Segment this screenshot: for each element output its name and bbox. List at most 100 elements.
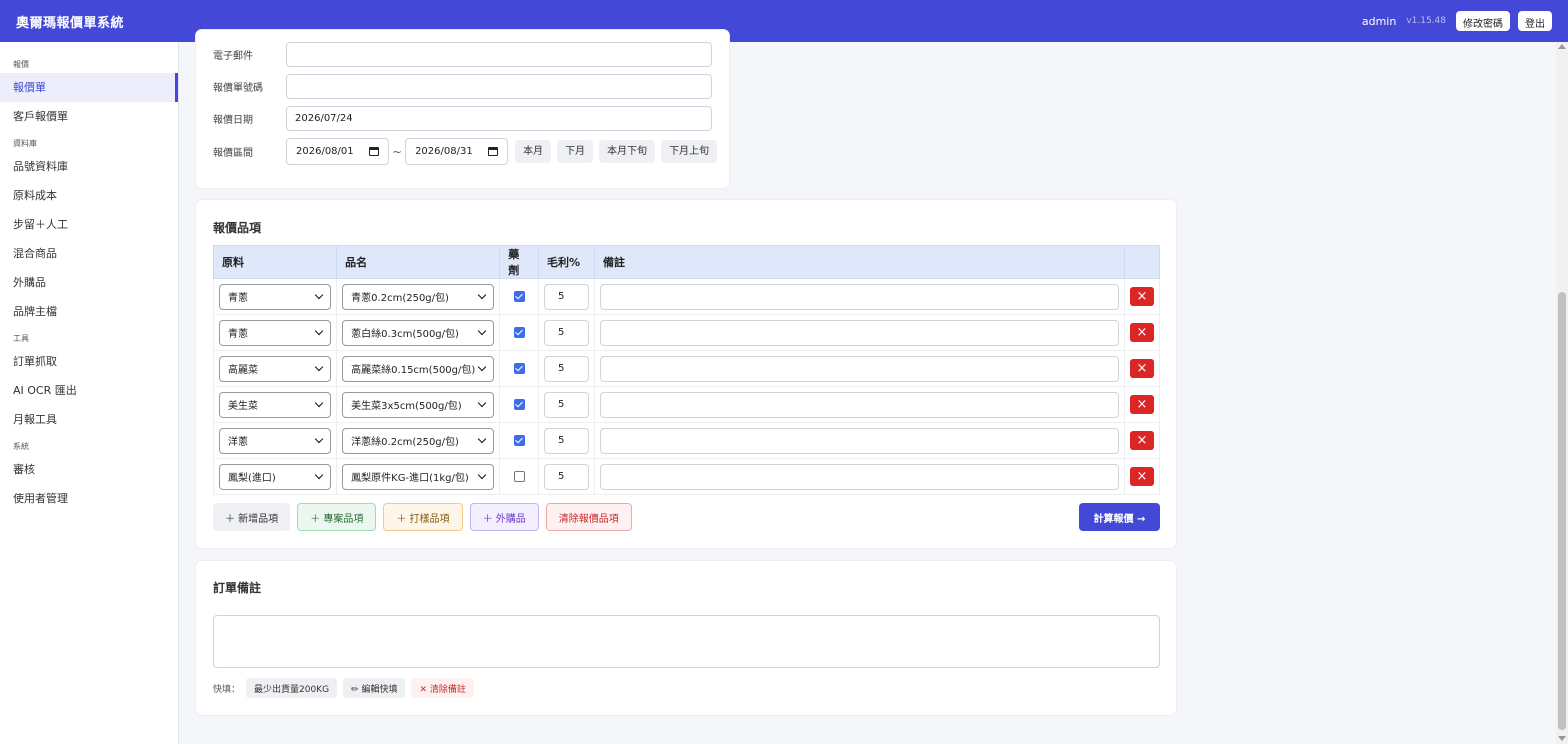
period-this-month-button[interactable]: 本月 xyxy=(515,140,552,163)
clear-items-button[interactable]: 清除報價品項 xyxy=(545,503,632,531)
sidebar-item-quote[interactable]: 報價單 xyxy=(0,73,178,102)
product-select[interactable]: 蔥白絲0.3cm(500g/包) xyxy=(342,319,495,346)
chemical-checkbox[interactable] xyxy=(513,291,525,302)
material-select[interactable]: 美生菜 xyxy=(219,391,332,418)
quick-fill-min-shipment-button[interactable]: 最少出貨量200KG xyxy=(246,678,338,698)
margin-input[interactable]: 5 xyxy=(543,283,589,310)
quote-date-row: 報價日期 2026/07/24 xyxy=(213,106,712,131)
sidebar-item-ai-ocr[interactable]: AI OCR 匯出 xyxy=(0,376,178,405)
calendar-icon[interactable] xyxy=(369,147,379,156)
delete-row-button[interactable]: × xyxy=(1129,323,1154,342)
close-icon: × xyxy=(1136,469,1148,484)
page-scrollbar[interactable] xyxy=(1556,42,1568,744)
table-row: 青蔥 蔥白絲0.3cm(500g/包) 5 × xyxy=(212,314,1161,351)
note-input[interactable] xyxy=(599,427,1119,454)
order-note-textarea[interactable] xyxy=(213,615,1160,668)
add-item-button[interactable]: ＋ 新增品項 xyxy=(213,503,291,531)
purchased-item-button[interactable]: ＋ 外購品 xyxy=(469,503,539,531)
chemical-checkbox[interactable] xyxy=(513,327,525,338)
product-select[interactable]: 高麗菜絲0.15cm(500g/包) xyxy=(342,355,495,382)
close-icon: × xyxy=(1136,361,1148,376)
note-input[interactable] xyxy=(599,463,1119,490)
material-select[interactable]: 青蔥 xyxy=(219,319,332,346)
material-select[interactable]: 洋蔥 xyxy=(219,427,332,454)
delete-row-button[interactable]: × xyxy=(1129,431,1154,450)
scroll-up-icon[interactable] xyxy=(1558,44,1566,49)
project-item-button[interactable]: ＋ 專案品項 xyxy=(297,503,377,531)
product-select[interactable]: 鳳梨原件KG-進口(1kg/包) xyxy=(342,463,495,490)
period-next-month-early-button[interactable]: 下月上旬 xyxy=(661,140,718,163)
quote-date-field[interactable]: 2026/07/24 xyxy=(286,106,712,131)
period-end-field[interactable]: 2026/08/31 xyxy=(405,138,509,165)
chevron-down-icon xyxy=(314,290,324,300)
sidebar-item-user-management[interactable]: 使用者管理 xyxy=(0,484,178,513)
product-select[interactable]: 青蔥0.2cm(250g/包) xyxy=(342,283,495,310)
sidebar-item-review[interactable]: 審核 xyxy=(0,455,178,484)
product-select[interactable]: 洋蔥絲0.2cm(250g/包) xyxy=(342,427,495,454)
quote-items-card: 報價品項 原料 品名 藥劑 毛利% 備註 青蔥 青蔥0.2cm(250g/包) … xyxy=(196,200,1176,548)
note-input[interactable] xyxy=(599,319,1119,346)
margin-input[interactable]: 5 xyxy=(543,319,589,346)
product-select[interactable]: 美生菜3x5cm(500g/包) xyxy=(342,391,495,418)
table-header-row: 原料 品名 藥劑 毛利% 備註 xyxy=(212,245,1161,279)
sidebar-item-mixed-products[interactable]: 混合商品 xyxy=(0,239,178,268)
sidebar-item-order-fetch[interactable]: 訂單抓取 xyxy=(0,347,178,376)
chemical-checkbox[interactable] xyxy=(513,399,525,410)
email-row: 電子郵件 xyxy=(213,42,712,67)
margin-input[interactable]: 5 xyxy=(543,463,589,490)
sidebar-group-database: 資料庫 xyxy=(13,139,37,148)
order-note-card: 訂單備註 快填： 最少出貨量200KG ✏ 編輯快填 ✕ 清除備註 xyxy=(196,561,1176,715)
sidebar-item-customer-quote[interactable]: 客戶報價單 xyxy=(0,102,178,131)
sample-item-button[interactable]: ＋ 打樣品項 xyxy=(383,503,463,531)
period-this-month-late-button[interactable]: 本月下旬 xyxy=(599,140,656,163)
material-select[interactable]: 高麗菜 xyxy=(219,355,332,382)
chevron-down-icon xyxy=(314,362,324,372)
version-label: v1.15.48 xyxy=(1406,16,1446,26)
edit-quick-fill-button[interactable]: ✏ 編輯快填 xyxy=(343,678,406,698)
sidebar-item-yield-labor[interactable]: 步留＋人工 xyxy=(0,210,178,239)
sidebar-item-monthly-report[interactable]: 月報工具 xyxy=(0,405,178,434)
scroll-down-icon[interactable] xyxy=(1558,736,1566,741)
sidebar-item-product-db[interactable]: 品號資料庫 xyxy=(0,152,178,181)
calculate-quote-button[interactable]: 計算報價 → xyxy=(1079,503,1160,531)
margin-input[interactable]: 5 xyxy=(543,427,589,454)
sidebar-item-purchased[interactable]: 外購品 xyxy=(0,268,178,297)
period-next-month-button[interactable]: 下月 xyxy=(557,140,594,163)
chemical-checkbox[interactable] xyxy=(513,471,525,482)
clear-note-button[interactable]: ✕ 清除備註 xyxy=(411,678,474,698)
quote-items-title: 報價品項 xyxy=(213,221,262,235)
email-field[interactable] xyxy=(286,42,712,67)
sidebar-group-quote: 報價 xyxy=(13,60,29,69)
close-icon: × xyxy=(1136,325,1148,340)
material-select[interactable]: 青蔥 xyxy=(219,283,332,310)
app-title: 奧爾瑪報價單系統 xyxy=(16,15,125,31)
chevron-down-icon xyxy=(314,434,324,444)
quote-no-field[interactable] xyxy=(286,74,712,99)
delete-row-button[interactable]: × xyxy=(1129,287,1154,306)
order-note-title: 訂單備註 xyxy=(213,581,262,595)
scrollbar-thumb[interactable] xyxy=(1558,292,1566,730)
sidebar-group-tools: 工具 xyxy=(13,334,29,343)
chemical-checkbox[interactable] xyxy=(513,363,525,374)
table-row: 鳳梨(進口) 鳳梨原件KG-進口(1kg/包) 5 × xyxy=(212,458,1161,495)
delete-row-button[interactable]: × xyxy=(1129,359,1154,378)
sidebar-item-brand-master[interactable]: 品牌主檔 xyxy=(0,297,178,326)
logout-button[interactable]: 登出 xyxy=(1518,11,1552,31)
item-actions: ＋ 新增品項 ＋ 專案品項 ＋ 打樣品項 ＋ 外購品 清除報價品項 xyxy=(213,503,639,531)
period-start-field[interactable]: 2026/08/01 xyxy=(286,138,389,165)
material-select[interactable]: 鳳梨(進口) xyxy=(219,463,332,490)
calendar-icon[interactable] xyxy=(488,147,499,156)
change-password-button[interactable]: 修改密碼 xyxy=(1456,11,1510,31)
chevron-down-icon xyxy=(314,326,324,336)
margin-input[interactable]: 5 xyxy=(543,355,589,382)
note-input[interactable] xyxy=(599,355,1119,382)
column-actions xyxy=(1123,245,1161,279)
sidebar-item-material-cost[interactable]: 原料成本 xyxy=(0,181,178,210)
note-input[interactable] xyxy=(599,283,1119,310)
quick-fill-row: 快填： 最少出貨量200KG ✏ 編輯快填 ✕ 清除備註 xyxy=(213,678,480,698)
delete-row-button[interactable]: × xyxy=(1129,467,1154,486)
delete-row-button[interactable]: × xyxy=(1129,395,1154,414)
note-input[interactable] xyxy=(599,391,1119,418)
margin-input[interactable]: 5 xyxy=(543,391,589,418)
chemical-checkbox[interactable] xyxy=(513,435,525,446)
